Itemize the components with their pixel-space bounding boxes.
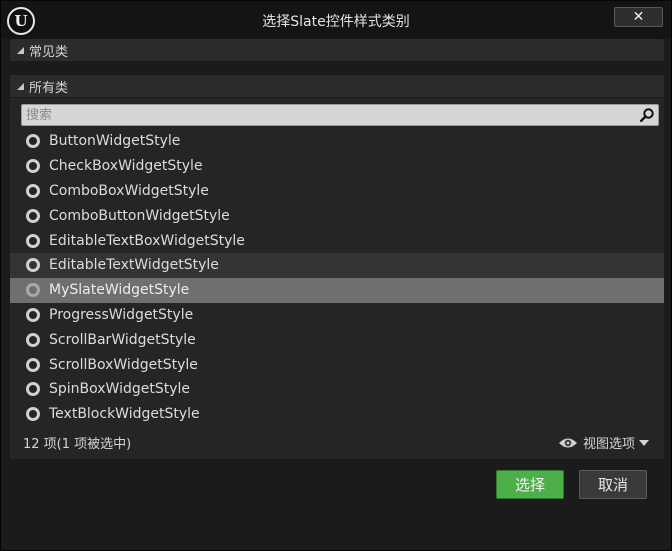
list-item-label: ScrollBoxWidgetStyle [49,356,198,373]
list-item[interactable]: ComboBoxWidgetStyle [10,179,664,204]
collapse-arrow-icon [17,46,24,54]
list-item-label: ScrollBarWidgetStyle [49,331,196,348]
radio-icon[interactable] [26,159,40,174]
list-item-label: MySlateWidgetStyle [49,282,190,299]
list-item-label: ProgressWidgetStyle [49,306,194,323]
list-item[interactable]: MySlateWidgetStyle [10,277,664,303]
list-item[interactable]: ProgressWidgetStyle [10,303,664,328]
list-item-label: CheckBoxWidgetStyle [49,158,203,175]
radio-icon[interactable] [26,357,40,372]
collapse-arrow-icon [17,82,24,90]
radio-icon[interactable] [26,283,40,298]
list-item[interactable]: EditableTextBoxWidgetStyle [10,228,664,253]
radio-icon[interactable] [26,382,40,397]
view-options-button[interactable]: 视图选项 [558,433,650,452]
close-icon: ✕ [632,9,645,25]
radio-icon[interactable] [26,258,40,273]
list-item[interactable]: CheckBoxWidgetStyle [10,154,664,179]
radio-icon[interactable] [26,332,40,347]
item-count: 12 项(1 项被选中) [23,437,132,452]
chevron-down-icon [639,439,650,446]
list-item-label: SpinBoxWidgetStyle [49,381,191,398]
search-input[interactable] [26,105,626,125]
radio-icon[interactable] [26,307,40,322]
radio-icon[interactable] [26,208,40,223]
title-bar[interactable]: U 选择Slate控件样式类别 ✕ [1,1,671,39]
dialog-window: U 选择Slate控件样式类别 ✕ 常见类 所有类 ButtonWidgetSt… [0,0,672,551]
list-item[interactable]: TextBlockWidgetStyle [10,402,664,427]
list-item-label: ComboButtonWidgetStyle [49,207,230,224]
list-item-label: ComboBoxWidgetStyle [49,182,209,199]
class-list: ButtonWidgetStyle CheckBoxWidgetStyle Comb… [10,129,664,427]
close-button[interactable]: ✕ [614,7,663,27]
radio-icon[interactable] [26,134,40,149]
list-item-label: TextBlockWidgetStyle [49,406,200,423]
section-all-label: 所有类 [29,80,69,96]
section-common-classes[interactable]: 常见类 [10,39,664,61]
list-item[interactable]: ButtonWidgetStyle [10,129,664,154]
cancel-button[interactable]: 取消 [579,470,647,499]
radio-icon[interactable] [26,183,40,198]
radio-icon[interactable] [26,407,40,422]
search-box[interactable] [21,104,659,126]
list-item[interactable]: ComboButtonWidgetStyle [10,203,664,228]
list-item[interactable]: EditableTextWidgetStyle [10,252,664,278]
select-button[interactable]: 选择 [496,470,564,499]
list-item[interactable]: ScrollBarWidgetStyle [10,327,664,352]
list-item-label: EditableTextWidgetStyle [49,257,219,274]
search-icon[interactable] [640,108,654,122]
eye-icon [559,438,577,447]
view-options-label: 视图选项 [583,437,636,452]
list-item-label: EditableTextBoxWidgetStyle [49,232,245,249]
section-all-classes[interactable]: 所有类 [10,75,664,97]
window-title: 选择Slate控件样式类别 [262,14,410,30]
list-item[interactable]: SpinBoxWidgetStyle [10,377,664,402]
section-common-label: 常见类 [29,44,69,60]
radio-icon[interactable] [26,233,40,248]
list-item[interactable]: ScrollBoxWidgetStyle [10,352,664,377]
list-item-label: ButtonWidgetStyle [49,133,181,150]
